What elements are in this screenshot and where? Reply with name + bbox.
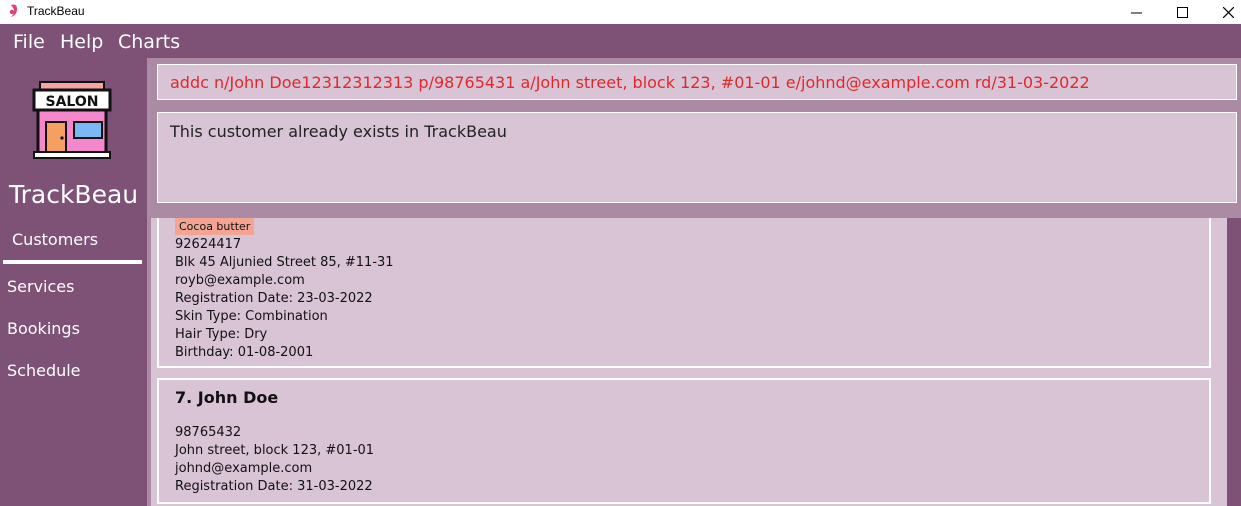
sidebar-item-customers[interactable]: Customers bbox=[12, 230, 98, 249]
maximize-icon bbox=[1176, 6, 1188, 18]
list-item[interactable]: 7. John Doe 98765432 John street, block … bbox=[157, 378, 1211, 504]
window-title: TrackBeau bbox=[27, 4, 85, 18]
minimize-button[interactable] bbox=[1113, 0, 1159, 24]
customer-birthday: Birthday: 01-08-2001 bbox=[175, 345, 314, 360]
sidebar-item-services[interactable]: Services bbox=[7, 277, 74, 296]
customer-skin-type: Skin Type: Combination bbox=[175, 309, 328, 324]
customer-email: johnd@example.com bbox=[175, 461, 313, 476]
close-button[interactable] bbox=[1205, 0, 1241, 24]
customer-phone: 92624417 bbox=[175, 237, 242, 252]
menu-help[interactable]: Help bbox=[60, 31, 103, 53]
scrollbar[interactable] bbox=[1227, 218, 1241, 506]
maximize-button[interactable] bbox=[1159, 0, 1205, 24]
menu-charts[interactable]: Charts bbox=[118, 31, 180, 53]
close-icon bbox=[1222, 6, 1234, 18]
minimize-icon bbox=[1130, 12, 1142, 13]
customer-address: Blk 45 Aljunied Street 85, #11-31 bbox=[175, 255, 394, 270]
result-display: This customer already exists in TrackBea… bbox=[157, 112, 1237, 203]
list-item[interactable]: Cocoa butter 92624417 Blk 45 Aljunied St… bbox=[157, 218, 1211, 368]
title-bar: TrackBeau bbox=[0, 0, 1241, 24]
selected-tab-indicator bbox=[3, 260, 142, 264]
logo-text: SALON bbox=[46, 94, 99, 110]
customer-phone: 98765432 bbox=[175, 425, 242, 440]
sidebar: SALON TrackBeau Customers Services Booki… bbox=[0, 58, 147, 506]
customer-name: 7. John Doe bbox=[175, 388, 279, 407]
customer-hair-type: Hair Type: Dry bbox=[175, 327, 268, 342]
sidebar-item-schedule[interactable]: Schedule bbox=[7, 361, 81, 380]
command-input[interactable]: addc n/John Doe12312312313 p/98765431 a/… bbox=[157, 64, 1237, 100]
app-icon bbox=[9, 4, 17, 17]
customer-registration: Registration Date: 31-03-2022 bbox=[175, 479, 373, 494]
salon-logo-icon: SALON bbox=[32, 81, 112, 159]
customer-list[interactable]: Cocoa butter 92624417 Blk 45 Aljunied St… bbox=[151, 218, 1241, 506]
customer-email: royb@example.com bbox=[175, 273, 305, 288]
menu-file[interactable]: File bbox=[13, 31, 45, 53]
customer-registration: Registration Date: 23-03-2022 bbox=[175, 291, 373, 306]
sidebar-item-bookings[interactable]: Bookings bbox=[7, 319, 80, 338]
tag-badge: Cocoa butter bbox=[175, 218, 255, 235]
main-panel: addc n/John Doe12312312313 p/98765431 a/… bbox=[147, 58, 1241, 506]
brand-name: TrackBeau bbox=[9, 180, 139, 209]
customer-address: John street, block 123, #01-01 bbox=[175, 443, 375, 458]
menu-bar: File Help Charts bbox=[0, 24, 1241, 58]
